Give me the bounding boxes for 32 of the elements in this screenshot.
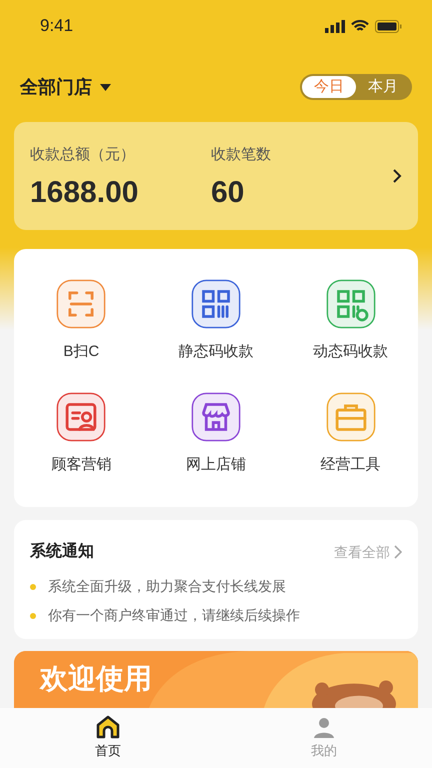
feature-item[interactable]: B扫C xyxy=(14,265,149,378)
summary-label: 收款笔数 xyxy=(211,144,272,165)
caret-icon xyxy=(100,84,111,90)
chevron-right-icon xyxy=(394,545,402,559)
home-icon xyxy=(95,715,121,740)
banner-title: 欢迎使用 xyxy=(40,663,152,695)
user-icon xyxy=(312,715,336,740)
notice-title: 系统通知 xyxy=(30,541,94,562)
summary-card[interactable]: 收款总额（元） 1688.00 收款笔数 60 xyxy=(14,122,418,230)
qr-icon xyxy=(190,279,241,330)
scan-icon xyxy=(56,279,106,330)
feature-item[interactable]: 静态码收款 xyxy=(148,265,284,378)
summary-value: 60 xyxy=(211,178,246,208)
shop-icon xyxy=(190,392,241,442)
summary-value: 1688.00 xyxy=(30,178,140,208)
wifi-icon xyxy=(351,20,369,32)
status-time: 9:41 xyxy=(40,15,74,38)
dynamic-icon xyxy=(326,279,376,330)
store-selector[interactable]: 全部门店 xyxy=(20,74,111,100)
feature-item[interactable]: 网上店铺 xyxy=(148,378,284,491)
notice-text[interactable]: 你有一个商户终审通过，请继续后续操作 xyxy=(48,605,300,626)
chevron-right-icon xyxy=(392,168,402,184)
tab-bar-item[interactable]: 首页 xyxy=(0,708,216,768)
feature-item[interactable]: 动态码收款 xyxy=(283,265,418,378)
toolbox-icon xyxy=(326,392,376,442)
notice-text[interactable]: 系统全面升级，助力聚合支付长线发展 xyxy=(48,576,286,597)
battery-icon xyxy=(375,20,402,32)
signal-icon xyxy=(325,20,345,32)
summary-label: 收款总额（元） xyxy=(30,144,136,165)
feature-item[interactable]: 经营工具 xyxy=(283,378,418,491)
customer-icon xyxy=(56,392,106,442)
feature-item[interactable]: 顾客营销 xyxy=(14,378,149,491)
